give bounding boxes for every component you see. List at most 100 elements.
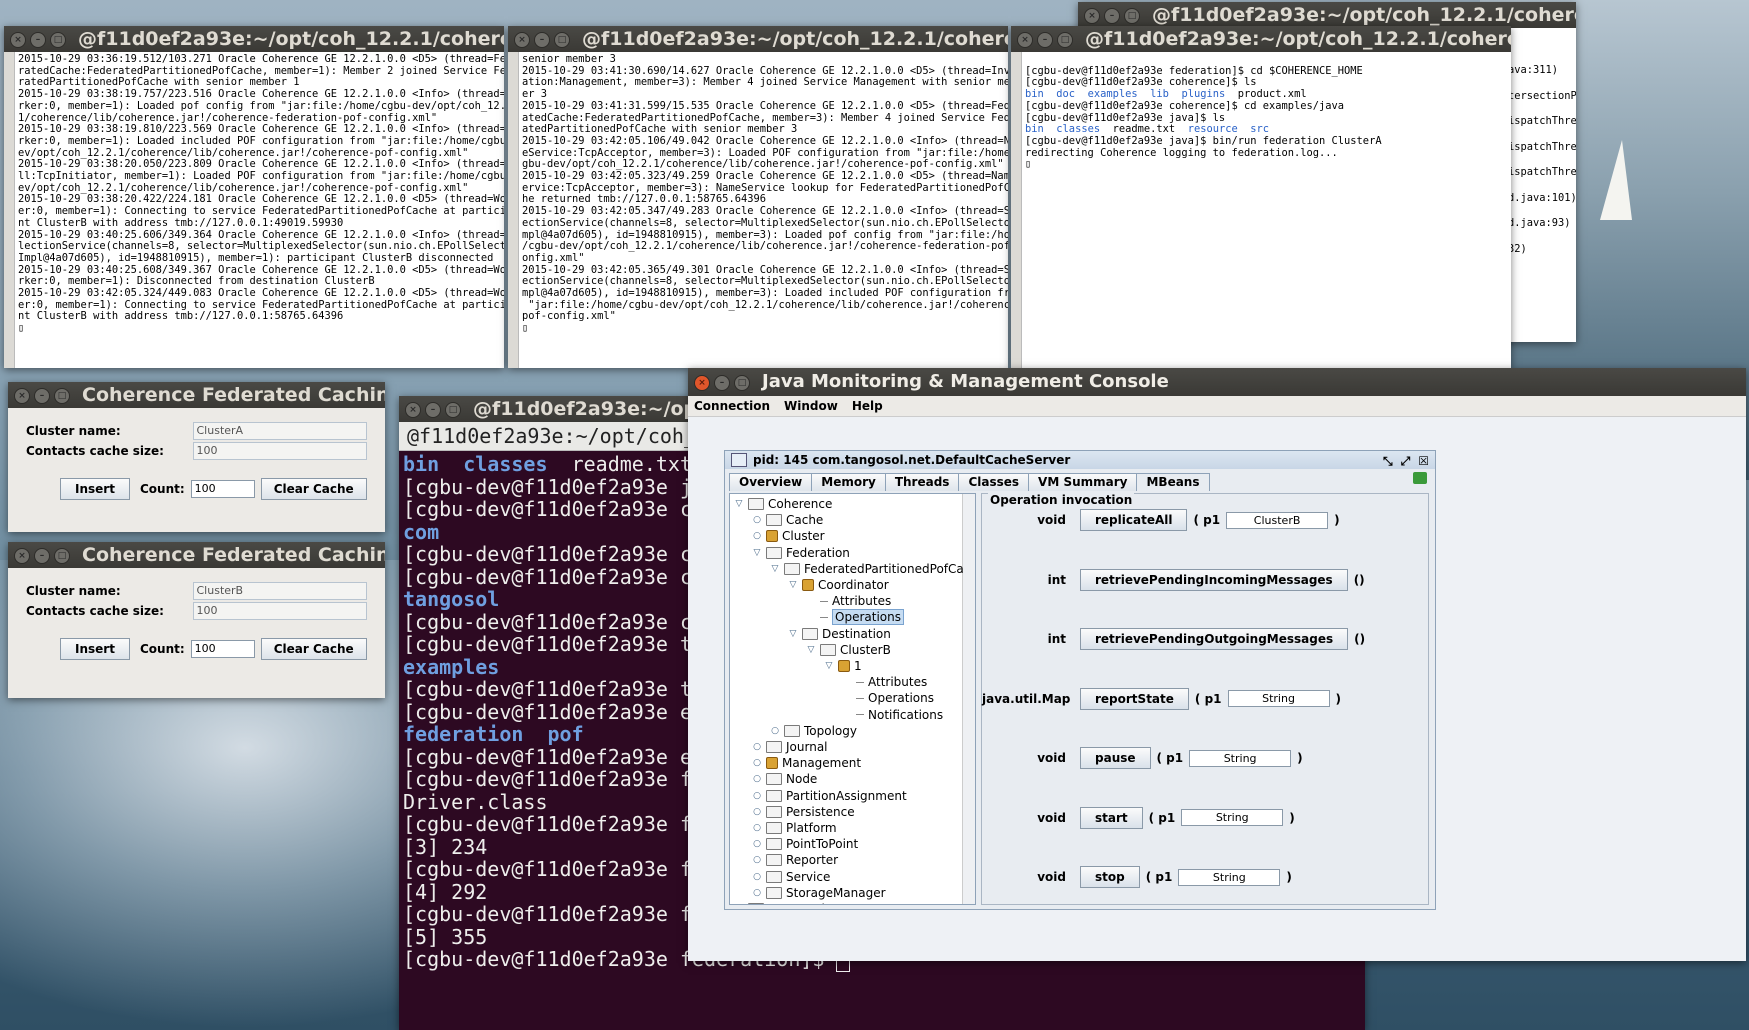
close-icon[interactable]: × — [405, 402, 421, 418]
expand-toggle-icon[interactable]: ○ — [770, 726, 780, 736]
close-icon[interactable]: × — [514, 32, 530, 48]
tree-node[interactable]: ○ Platform — [752, 820, 837, 836]
tree-node[interactable]: ○ Journal — [752, 739, 827, 755]
cluster-name-field[interactable]: ClusterB — [192, 582, 367, 600]
expand-toggle-icon[interactable]: ○ — [752, 823, 762, 833]
param-input[interactable]: ClusterB — [1226, 511, 1329, 529]
tree-node[interactable]: ○ Node — [752, 771, 817, 787]
param-input[interactable]: String — [1227, 690, 1330, 707]
retrievePendingIncomingMessages-button[interactable]: retrievePendingIncomingMessages — [1080, 568, 1348, 591]
insert-button[interactable]: Insert — [60, 638, 130, 660]
terminal-window-3[interactable]: × – □ @f11d0ef2a93e:~/opt/coh_12.2.1/coh… — [1011, 26, 1511, 368]
menu-window[interactable]: Window — [784, 396, 838, 416]
clear-cache-button[interactable]: Clear Cache — [260, 638, 367, 660]
fed-a-titlebar[interactable]: × – □ Coherence Federated Caching — [8, 382, 385, 408]
tree-node[interactable]: ○ StorageManager — [752, 885, 886, 901]
restore-icon[interactable]: ⤡ — [1383, 452, 1393, 470]
federated-caching-window-a[interactable]: × – □ Coherence Federated Caching Cluste… — [8, 382, 385, 532]
tab-overview[interactable]: Overview — [729, 473, 813, 491]
tab-mbeans[interactable]: MBeans — [1136, 473, 1210, 491]
terminal-3-titlebar[interactable]: × – □ @f11d0ef2a93e:~/opt/coh_12.2.1/coh… — [1011, 26, 1511, 52]
jconsole-titlebar[interactable]: × – □ Java Monitoring & Management Conso… — [688, 368, 1746, 396]
tree-node[interactable]: ▽ Destination — [788, 626, 891, 642]
terminal-2-titlebar[interactable]: × – □ @f11d0ef2a93e:~/opt/coh_12.2.1/coh… — [508, 26, 1008, 52]
maximize-icon[interactable]: □ — [734, 375, 750, 391]
count-input[interactable]: 100 — [190, 480, 255, 498]
terminal-2-output[interactable]: senior member 3 2015-10-29 03:41:30.690/1… — [508, 52, 1008, 335]
tab-memory[interactable]: Memory — [811, 473, 886, 491]
terminal-window-1[interactable]: × – □ @f11d0ef2a93e:~/opt/coh_12.2.1/coh… — [4, 26, 504, 368]
maximize-icon[interactable]: □ — [1057, 32, 1073, 48]
contacts-size-field[interactable]: 100 — [192, 442, 367, 460]
minimize-icon[interactable]: – — [1037, 32, 1053, 48]
expand-toggle-icon[interactable]: ○ — [752, 774, 762, 784]
close-icon[interactable]: × — [10, 32, 26, 48]
expand-toggle-icon[interactable]: ▽ — [824, 661, 834, 671]
maximize-icon[interactable]: □ — [54, 548, 70, 564]
retrievePendingOutgoingMessages-button[interactable]: retrievePendingOutgoingMessages — [1080, 628, 1349, 650]
expand-toggle-icon[interactable]: ▽ — [770, 564, 780, 574]
expand-toggle-icon[interactable]: ○ — [752, 855, 762, 865]
tree-scrollbar[interactable] — [962, 494, 975, 904]
close-icon[interactable]: × — [14, 388, 30, 404]
tree-node[interactable]: Attributes — [842, 674, 927, 690]
param-input[interactable]: String — [1181, 809, 1284, 826]
minimize-icon[interactable]: – — [534, 32, 550, 48]
minimize-icon[interactable]: – — [1104, 8, 1120, 24]
tree-node[interactable]: ▽ FederatedPartitionedPofCa — [770, 561, 964, 577]
tree-node[interactable]: Notifications — [842, 707, 943, 723]
close-icon[interactable]: × — [1017, 32, 1033, 48]
maximize-icon[interactable]: □ — [50, 32, 66, 48]
maximize-icon[interactable]: □ — [1124, 8, 1140, 24]
cluster-name-field[interactable]: ClusterA — [192, 422, 367, 440]
connection-frame[interactable]: pid: 145 com.tangosol.net.DefaultCacheSe… — [724, 450, 1436, 910]
tree-node[interactable]: ▽ Coherence — [734, 496, 833, 512]
maximize-icon[interactable]: □ — [554, 32, 570, 48]
expand-toggle-icon[interactable]: ○ — [752, 888, 762, 898]
menu-help[interactable]: Help — [852, 396, 883, 416]
mbean-tree[interactable]: ▽ Coherence ○ Cache ○ Cluster ▽ Federation ▽ Fede… — [729, 493, 976, 905]
tab-vm-summary[interactable]: VM Summary — [1028, 473, 1138, 491]
terminal-1-output[interactable]: 2015-10-29 03:36:19.512/103.271 Oracle C… — [4, 52, 504, 335]
tree-node[interactable]: ○ Reporter — [752, 852, 838, 868]
start-button[interactable]: start — [1080, 806, 1143, 829]
federated-caching-window-b[interactable]: × – □ Coherence Federated Caching Cluste… — [8, 542, 385, 698]
insert-button[interactable]: Insert — [60, 478, 130, 500]
close-icon[interactable]: ☒ — [1418, 452, 1429, 470]
tab-classes[interactable]: Classes — [958, 473, 1030, 491]
expand-toggle-icon[interactable]: ▽ — [806, 645, 816, 655]
jconsole-window[interactable]: × – □ Java Monitoring & Management Conso… — [688, 368, 1746, 961]
menu-connection[interactable]: Connection — [694, 396, 770, 416]
tree-node[interactable]: ○ Cache — [752, 512, 823, 528]
tree-node[interactable]: ▽ ClusterB — [806, 642, 891, 658]
expand-toggle-icon[interactable]: ○ — [752, 807, 762, 817]
clear-cache-button[interactable]: Clear Cache — [260, 478, 367, 500]
tree-node[interactable]: ○ Persistence — [752, 804, 855, 820]
connection-titlebar[interactable]: pid: 145 com.tangosol.net.DefaultCacheSe… — [725, 451, 1435, 469]
close-icon[interactable]: × — [14, 548, 30, 564]
expand-toggle-icon[interactable]: ▽ — [734, 499, 744, 509]
expand-toggle-icon[interactable]: ▽ — [788, 629, 798, 639]
maximize-icon[interactable]: ⤢ — [1401, 452, 1411, 470]
param-input[interactable]: String — [1178, 868, 1281, 886]
terminal-3-output[interactable]: [cgbu-dev@f11d0ef2a93e federation]$ cd $… — [1011, 52, 1511, 194]
expand-toggle-icon[interactable]: ▽ — [752, 548, 762, 558]
maximize-icon[interactable]: □ — [445, 402, 461, 418]
expand-toggle-icon[interactable]: ○ — [752, 742, 762, 752]
terminal-4-titlebar[interactable]: × – □ @f11d0ef2a93e:~/opt/coh_12.2.1/coh… — [1078, 2, 1576, 28]
stop-button[interactable]: stop — [1080, 866, 1140, 888]
tree-node[interactable]: Operations — [806, 609, 904, 626]
tree-node[interactable]: ○ PartitionAssignment — [752, 788, 907, 804]
expand-toggle-icon[interactable]: ○ — [752, 791, 762, 801]
tree-node[interactable]: ▽ 1 — [824, 658, 862, 674]
tree-node[interactable]: ○ Management — [752, 755, 861, 771]
expand-toggle-icon[interactable]: ○ — [752, 839, 762, 849]
minimize-icon[interactable]: – — [30, 32, 46, 48]
count-input[interactable]: 100 — [190, 640, 255, 658]
minimize-icon[interactable]: – — [34, 548, 50, 564]
expand-toggle-icon[interactable]: ○ — [752, 531, 762, 541]
maximize-icon[interactable]: □ — [54, 388, 70, 404]
close-icon[interactable]: × — [694, 375, 710, 391]
close-icon[interactable]: × — [1084, 8, 1100, 24]
param-input[interactable]: String — [1189, 749, 1292, 767]
